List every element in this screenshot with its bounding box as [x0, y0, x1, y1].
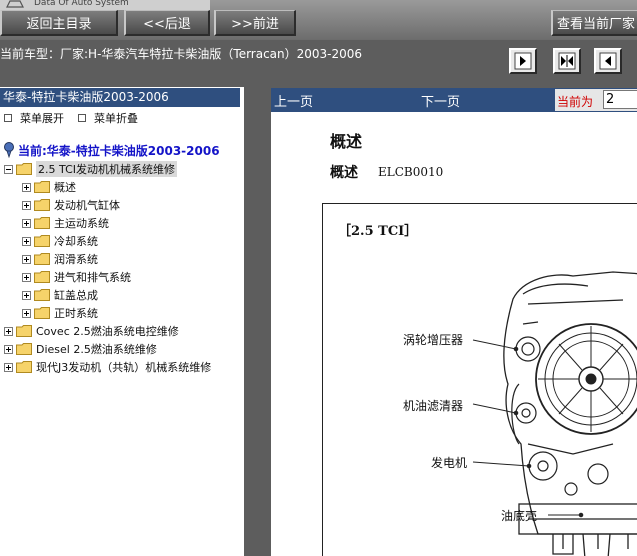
- callout-alternator: 发电机: [431, 456, 468, 470]
- tree-node-label: Covec 2.5燃油系统电控维修: [36, 325, 179, 338]
- forward-button[interactable]: >>前进: [214, 10, 296, 36]
- tree-node-label: 主运动系统: [54, 217, 109, 230]
- collapse-menu-button[interactable]: 菜单折叠: [78, 110, 138, 126]
- expand-icon[interactable]: [22, 236, 31, 246]
- expand-menu-button[interactable]: 菜单展开: [4, 110, 64, 126]
- folder-icon: [34, 289, 50, 301]
- tree-node-label: 现代J3发动机（共轨）机械系统维修: [36, 361, 212, 374]
- expand-icon[interactable]: [4, 326, 13, 336]
- tree-node-label: 缸盖总成: [54, 289, 98, 302]
- tree-child-item[interactable]: 发动机气缸体: [22, 197, 120, 213]
- collapse-menu-label: 菜单折叠: [94, 112, 138, 125]
- folder-icon: [16, 361, 32, 373]
- tree-node-label: 进气和排气系统: [54, 271, 131, 284]
- tree-child-item[interactable]: 正时系统: [22, 305, 98, 321]
- page-label: 当前为: [557, 95, 594, 109]
- expand-icon[interactable]: [22, 182, 31, 192]
- tree-top-item[interactable]: Diesel 2.5燃油系统维修: [4, 341, 157, 357]
- tree-panel-header: 华泰-特拉卡柴油版2003-2006: [0, 88, 240, 107]
- page-indicator: 当前为: [555, 89, 637, 111]
- folder-icon: [34, 217, 50, 229]
- folder-icon: [16, 343, 32, 355]
- tree-top-item[interactable]: Covec 2.5燃油系统电控维修: [4, 323, 179, 339]
- tree-node-label: 概述: [54, 181, 76, 194]
- folder-icon: [34, 181, 50, 193]
- back-button[interactable]: <<后退: [124, 10, 210, 36]
- square-icon: [4, 114, 12, 122]
- expand-icon[interactable]: [22, 308, 31, 318]
- tree-node-label: 发动机气缸体: [54, 199, 120, 212]
- expand-icon[interactable]: [4, 362, 13, 372]
- engine-model-label: ［2.5 TCI］: [338, 224, 418, 239]
- brand-strip: Data Of Auto System: [0, 0, 210, 10]
- tree-child-item[interactable]: 进气和排气系统: [22, 269, 131, 285]
- expand-icon[interactable]: [22, 254, 31, 264]
- current-model-node[interactable]: 当前:华泰-特拉卡柴油版2003-2006: [2, 142, 220, 159]
- prev-page-link[interactable]: 上一页: [274, 91, 313, 110]
- tree-node-label: 润滑系统: [54, 253, 98, 266]
- tree-top-item[interactable]: 现代J3发动机（共轨）机械系统维修: [4, 359, 211, 375]
- tree-child-item[interactable]: 概述: [22, 179, 76, 195]
- page-number-input[interactable]: [603, 90, 637, 109]
- folder-icon: [34, 235, 50, 247]
- car-logo-icon: [6, 0, 24, 8]
- tree-node-label: 冷却系统: [54, 235, 98, 248]
- view-current-maker-button[interactable]: 查看当前厂家: [551, 10, 637, 36]
- engine-figure: ［2.5 TCI］ 涡轮增压器 机油滤清器 发电机 油底壳: [322, 203, 637, 556]
- current-model-label: 当前:华泰-特拉卡柴油版2003-2006: [18, 144, 220, 158]
- folder-icon: [34, 253, 50, 265]
- callout-turbocharger: 涡轮增压器: [403, 333, 464, 347]
- tree-node-label: 2.5 TCI发动机机械系统维修: [36, 161, 177, 177]
- tree-child-item[interactable]: 冷却系统: [22, 233, 98, 249]
- doc-title: 概述: [330, 132, 363, 151]
- current-vehicle-text: 当前车型：厂家:H-华泰汽车特拉卡柴油版（Terracan）2003-2006: [0, 47, 363, 61]
- folder-icon: [34, 271, 50, 283]
- top-toolbar: Data Of Auto System 返回主目录 <<后退 >>前进 查看当前…: [0, 0, 637, 40]
- engine-drawing: [472, 271, 637, 556]
- folder-icon: [16, 163, 32, 175]
- doc-code: ELCB0010: [378, 165, 444, 179]
- tree-child-item[interactable]: 主运动系统: [22, 215, 109, 231]
- menu-tree-panel: 华泰-特拉卡柴油版2003-2006 菜单展开 菜单折叠 当前:华泰-特拉卡柴油…: [0, 87, 244, 556]
- expand-icon[interactable]: [22, 290, 31, 300]
- tree-child-item[interactable]: 缸盖总成: [22, 287, 98, 303]
- goto-first-button[interactable]: [509, 48, 537, 74]
- square-icon: [78, 114, 86, 122]
- expand-icon[interactable]: [4, 344, 13, 354]
- document-viewer: 概述 概述 ELCB0010 ［2.5 TCI］ 涡轮增压器 机油滤清器 发电机…: [271, 112, 637, 556]
- expand-icon[interactable]: [22, 272, 31, 282]
- next-page-link[interactable]: 下一页: [421, 91, 460, 110]
- doc-subtitle: 概述: [330, 165, 358, 181]
- goto-first-icon: [514, 52, 532, 70]
- folder-icon: [16, 325, 32, 337]
- expand-menu-label: 菜单展开: [20, 112, 64, 125]
- goto-last-icon: [599, 52, 617, 70]
- tree-node-selected[interactable]: 2.5 TCI发动机机械系统维修: [4, 161, 177, 177]
- goto-last-button[interactable]: [594, 48, 622, 74]
- tree-node-label: 正时系统: [54, 307, 98, 320]
- expand-icon[interactable]: [22, 200, 31, 210]
- folder-icon: [34, 199, 50, 211]
- goto-middle-icon: [558, 52, 576, 70]
- tree-node-label: Diesel 2.5燃油系统维修: [36, 343, 157, 356]
- vehicle-info-bar: 当前车型：厂家:H-华泰汽车特拉卡柴油版（Terracan）2003-2006: [0, 40, 637, 80]
- location-pin-icon: [4, 142, 14, 158]
- brand-text: Data Of Auto System: [34, 0, 129, 8]
- tree-child-item[interactable]: 润滑系统: [22, 251, 98, 267]
- collapse-icon[interactable]: [4, 164, 13, 174]
- callout-oil-filter: 机油滤清器: [403, 399, 464, 413]
- goto-middle-button[interactable]: [553, 48, 581, 74]
- folder-icon: [34, 307, 50, 319]
- expand-icon[interactable]: [22, 218, 31, 228]
- callout-oil-pan: 油底壳: [501, 509, 538, 523]
- back-to-home-button[interactable]: 返回主目录: [0, 10, 118, 36]
